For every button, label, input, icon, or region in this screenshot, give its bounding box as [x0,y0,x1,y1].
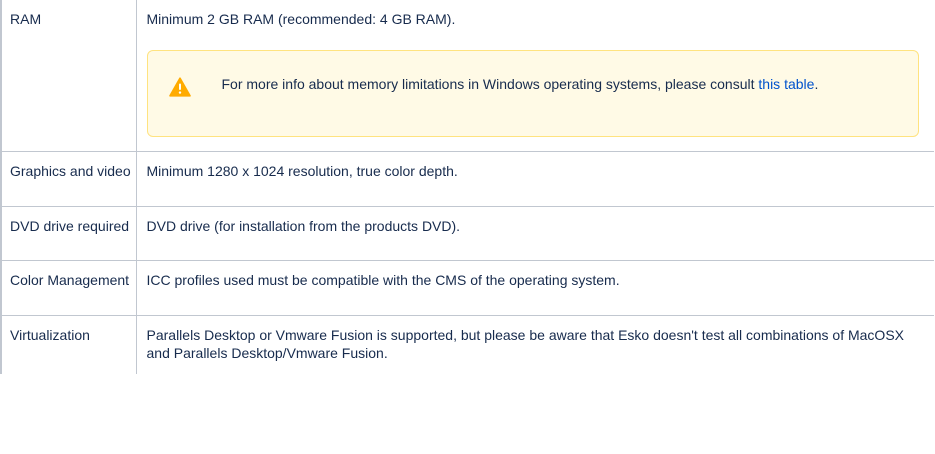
row-label: DVD drive required [0,205,137,261]
row-label: Color Management [0,259,137,316]
row-value: DVD drive (for installation from the pro… [135,205,934,261]
row-value: Minimum 2 GB RAM (recommended: 4 GB RAM)… [146,11,456,27]
warning-icon [168,77,191,97]
row-value-cell: Minimum 2 GB RAM (recommended: 4 GB RAM)… [135,0,934,152]
row-value: ICC profiles used must be compatible wit… [135,259,934,316]
row-value: Parallels Desktop or Vmware Fusion is su… [135,314,934,374]
warning-text: For more info about memory limitations i… [221,76,759,92]
warning-message: For more info about memory limitations i… [222,74,882,94]
warning-panel: For more info about memory limitations i… [146,50,919,137]
table-row-ram: RAM Minimum 2 GB RAM (recommended: 4 GB … [0,0,934,152]
warning-text-end: . [814,76,819,92]
table-row-dvd: DVD drive required DVD drive (for instal… [0,205,934,261]
row-label: RAM [0,0,137,152]
row-value: Minimum 1280 x 1024 resolution, true col… [135,150,934,207]
table-row-virtualization: Virtualization Parallels Desktop or Vmwa… [0,314,934,374]
table-row-color-management: Color Management ICC profiles used must … [0,259,934,316]
row-label: Graphics and video [0,150,137,207]
requirements-table: RAM Minimum 2 GB RAM (recommended: 4 GB … [0,0,934,374]
table-row-graphics: Graphics and video Minimum 1280 x 1024 r… [0,150,934,207]
row-label: Virtualization [0,314,137,374]
this-table-link[interactable]: this table [758,76,814,92]
